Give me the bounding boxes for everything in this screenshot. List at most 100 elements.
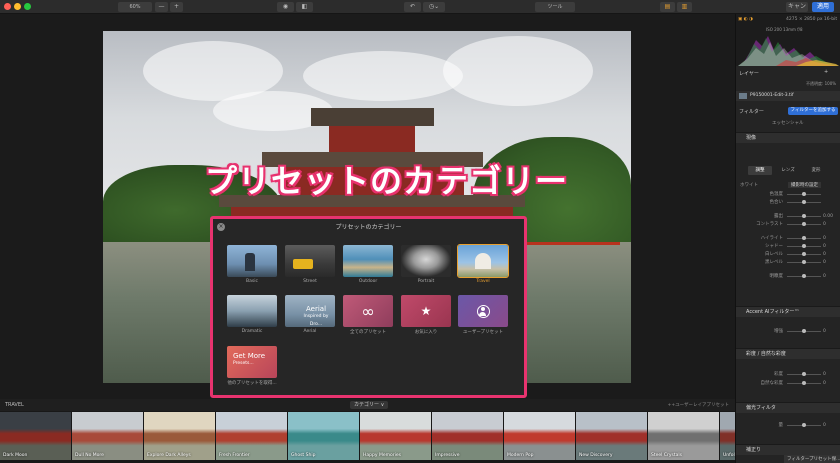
compare-icon[interactable]: ◧ <box>296 2 313 12</box>
slider-row[interactable]: シャドー 0 <box>736 243 840 250</box>
preset-thumbnail[interactable]: Explore Dark Alleys <box>144 412 215 460</box>
layer-row[interactable]: P9150001-Edit-3.tif <box>736 91 840 101</box>
category-portrait[interactable]: Portrait <box>401 245 451 284</box>
slider-knob[interactable] <box>802 372 806 376</box>
add-filter-button[interactable]: フィルターを追加する <box>788 107 838 115</box>
slider-label: 露出 <box>774 214 783 219</box>
slider-knob[interactable] <box>802 236 806 240</box>
slider-row[interactable]: 明瞭度 0 <box>736 273 840 280</box>
section-title: 補正り <box>746 447 762 453</box>
minimize-window-icon[interactable] <box>14 3 21 10</box>
category-basic[interactable]: Basic <box>227 245 277 284</box>
section-crop[interactable]: 補正り <box>736 444 840 455</box>
category-street[interactable]: Street <box>285 245 335 284</box>
tool-select[interactable]: ツール <box>535 2 575 12</box>
category-favorites[interactable]: ★ お気に入り <box>401 295 451 335</box>
slider-row[interactable]: 量0 <box>736 422 840 429</box>
preset-thumbnail[interactable]: Modern Pop <box>504 412 575 460</box>
slider-knob[interactable] <box>802 329 806 333</box>
histogram-icons[interactable]: ▣ ◐ ◑ <box>738 17 753 22</box>
eye-icon[interactable]: ◉ <box>277 2 294 12</box>
tab-lens[interactable]: レンズ <box>776 166 800 175</box>
zoom-window-icon[interactable] <box>24 3 31 10</box>
slider-row[interactable]: ハイライト 0 <box>736 235 840 242</box>
category-label: 他のプリセットを取得... <box>227 381 277 386</box>
zoom-out-button[interactable]: — <box>155 2 168 12</box>
apply-button[interactable]: 適用 <box>812 2 834 12</box>
slider-knob[interactable] <box>802 274 806 278</box>
slider-knob[interactable] <box>802 252 806 256</box>
top-toolbar: 60% — + ◉ ◧ ↶ ◷⌄ ツール ▤ ▥ キャン 適用 <box>0 0 840 14</box>
slider-row[interactable]: 露出 0.00 <box>736 213 840 220</box>
slider-row[interactable]: 黒レベル 0 <box>736 259 840 266</box>
layout-icon[interactable]: ▤ <box>660 2 675 12</box>
undo-icon[interactable]: ↶ <box>404 2 421 12</box>
preset-thumbnail[interactable]: Dark Moon <box>0 412 71 460</box>
slider-knob[interactable] <box>802 214 806 218</box>
opacity-value[interactable]: 不透明度: 100% <box>806 81 836 87</box>
tab-adjust[interactable]: 調整 <box>748 166 772 175</box>
preset-thumbnail[interactable]: Steel Crystals <box>648 412 719 460</box>
slider-row[interactable]: 彩度 0 <box>736 371 840 378</box>
category-dropdown-button[interactable]: カテゴリー ∨ <box>350 401 389 409</box>
preset-name: Impressive <box>435 453 460 458</box>
section-saturation[interactable]: 彩度 / 自然な彩度 <box>736 348 840 359</box>
preset-thumbnail[interactable]: Impressive <box>432 412 503 460</box>
close-icon[interactable]: × <box>217 223 225 231</box>
save-filter-preset-button[interactable]: フィルタープリセット保... <box>784 455 840 463</box>
category-dramatic[interactable]: Dramatic <box>227 295 277 334</box>
category-label: Portrait <box>417 279 435 284</box>
slider-knob[interactable] <box>802 423 806 427</box>
add-layer-icon[interactable]: + <box>824 69 828 75</box>
slider-knob[interactable] <box>802 381 806 385</box>
user-preset-link[interactable]: ++ユーザーレイアプリセット <box>668 402 729 408</box>
layers-label[interactable]: レイヤー <box>739 70 759 77</box>
slider-row[interactable]: コントラスト 0 <box>736 221 840 228</box>
preset-thumbnail[interactable]: Ghost Ship <box>288 412 359 460</box>
slider-row[interactable]: 白レベル 0 <box>736 251 840 258</box>
slider-row[interactable]: 色合い <box>736 199 840 206</box>
slider-label: 色温度 <box>769 192 784 197</box>
category-label: Street <box>303 279 317 284</box>
category-user-presets[interactable]: ユーザープリセット <box>458 295 508 335</box>
slider-label: 量 <box>778 423 784 428</box>
slider-row[interactable]: 増強 0 <box>736 328 840 335</box>
category-get-more[interactable]: Get More Presets... 他のプリセットを取得... <box>227 346 277 386</box>
slider-knob[interactable] <box>802 200 806 204</box>
panel-icon[interactable]: ▥ <box>677 2 692 12</box>
category-travel[interactable]: Travel <box>457 244 509 284</box>
slider-label: コントラスト <box>756 222 783 227</box>
preset-thumbnail[interactable]: Happy Memories <box>360 412 431 460</box>
slider-label: 白レベル <box>765 252 783 257</box>
cancel-button[interactable]: キャン <box>786 2 808 12</box>
zoom-in-button[interactable]: + <box>170 2 183 12</box>
category-all-presets[interactable]: ∞ 全てのプリセット <box>343 295 393 335</box>
category-outdoor[interactable]: Outdoor <box>343 245 393 284</box>
history-icon[interactable]: ◷⌄ <box>423 2 445 12</box>
slider-row[interactable]: 色温度 <box>736 191 840 198</box>
close-window-icon[interactable] <box>4 3 11 10</box>
get-more-subtext: Presets... <box>233 361 254 366</box>
preset-thumbnail[interactable]: Fresh Frontier <box>216 412 287 460</box>
section-accent-ai[interactable]: Accent AIフィルター™ <box>736 306 840 317</box>
image-info: 4275 × 2850 px 16-bit <box>786 17 838 22</box>
category-aerial[interactable]: Aerial Inspired by Dro... Aerial <box>285 295 335 334</box>
zoom-select[interactable]: 60% <box>118 2 152 12</box>
white-balance-select[interactable]: 撮影時の設定 <box>788 182 821 188</box>
preset-name: Fresh Frontier <box>219 453 250 458</box>
slider-knob[interactable] <box>802 244 806 248</box>
slider-label: 彩度 <box>774 372 783 377</box>
section-develop[interactable]: 現像 <box>736 132 840 143</box>
section-polarize[interactable]: 偏光フィルタ <box>736 402 840 413</box>
slider-knob[interactable] <box>802 222 806 226</box>
preset-thumbnail[interactable]: Dull No More <box>72 412 143 460</box>
preset-thumbnail[interactable]: New Discovery <box>576 412 647 460</box>
filmstrip-header: TRAVEL カテゴリー ∨ ++ユーザーレイアプリセット <box>0 399 735 411</box>
slider-knob[interactable] <box>802 192 806 196</box>
preset-name: Ghost Ship <box>291 453 316 458</box>
category-label: Outdoor <box>358 279 378 284</box>
workspace-select[interactable]: エッセンシャル <box>772 120 804 126</box>
tab-transform[interactable]: 変形 <box>804 166 828 175</box>
slider-knob[interactable] <box>802 260 806 264</box>
slider-row[interactable]: 自然な彩度 0 <box>736 380 840 387</box>
